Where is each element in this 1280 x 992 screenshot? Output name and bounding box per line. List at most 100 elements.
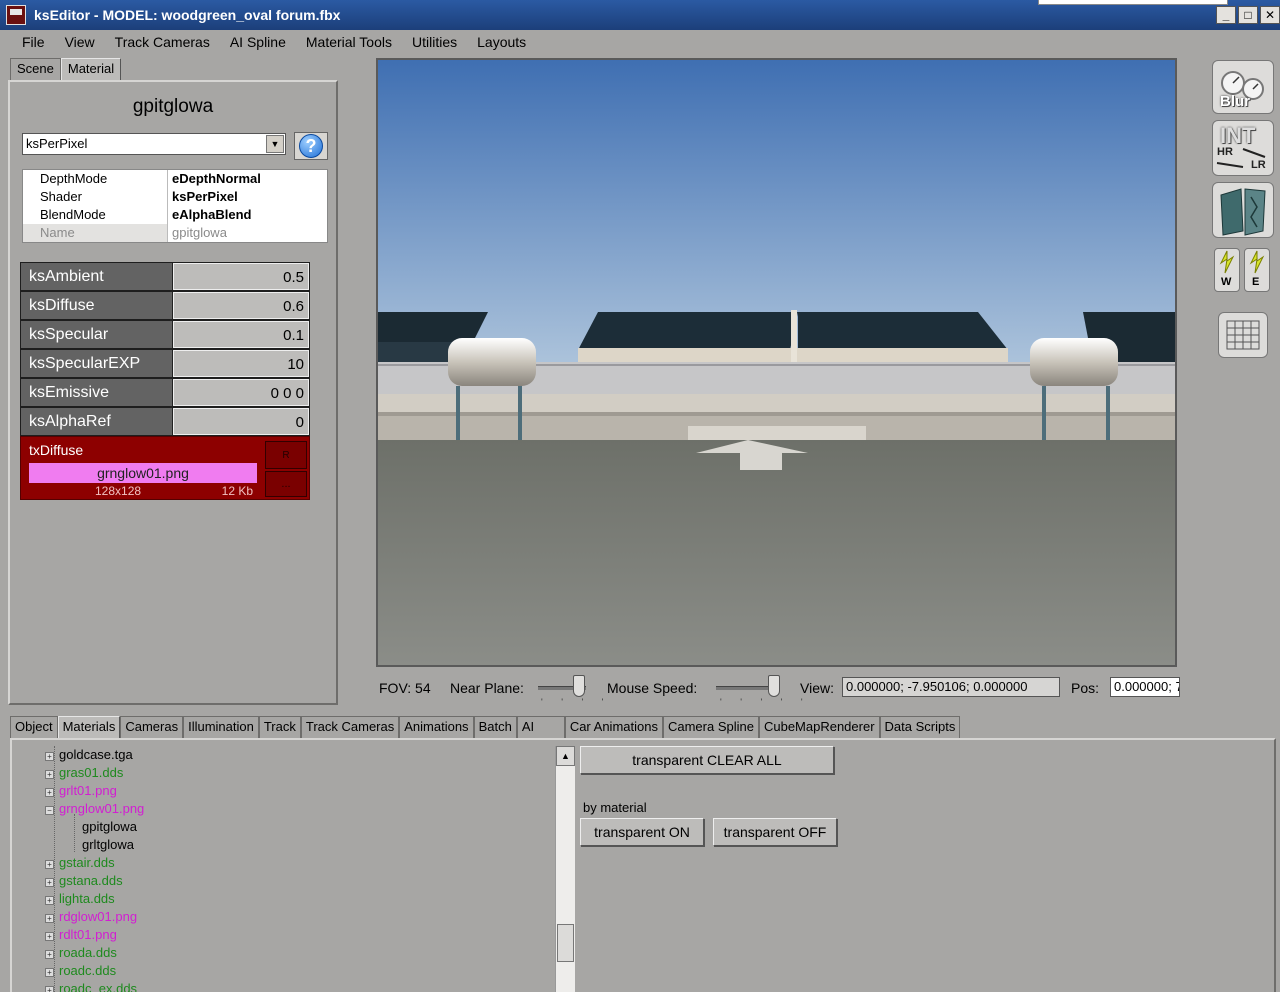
3d-viewport[interactable] <box>376 58 1177 667</box>
param-value[interactable]: 0 <box>173 408 309 435</box>
tab-materials[interactable]: Materials <box>57 716 121 738</box>
tab-ai[interactable]: AI <box>516 716 565 738</box>
tab-cubemaprenderer[interactable]: CubeMapRenderer <box>758 716 880 738</box>
param-value[interactable]: 0.6 <box>173 292 309 319</box>
tab-animations[interactable]: Animations <box>399 716 474 738</box>
prop-row-blendmode[interactable]: BlendMode eAlphaBlend <box>23 206 327 224</box>
tab-scene[interactable]: Scene <box>10 58 61 80</box>
expand-icon[interactable]: + <box>45 932 54 941</box>
texture-file[interactable]: grnglow01.png <box>29 463 257 483</box>
tab-illumination[interactable]: Illumination <box>183 716 259 738</box>
tree-guide <box>74 814 75 852</box>
expand-icon[interactable]: + <box>45 770 54 779</box>
west-button[interactable]: W <box>1214 248 1240 292</box>
tree-item[interactable]: + lighta.dds <box>45 890 115 908</box>
tree-item[interactable]: + goldcase.tga <box>45 746 133 764</box>
pos-field[interactable]: 0.000000; 7. <box>1110 677 1180 697</box>
tree-item[interactable]: + gstana.dds <box>45 872 123 890</box>
tab-track[interactable]: Track <box>258 716 301 738</box>
menu-material-tools[interactable]: Material Tools <box>306 34 392 50</box>
texture-browse-button[interactable]: ... <box>265 471 307 497</box>
tree-item[interactable]: + gstair.dds <box>45 854 115 872</box>
tab-car-animations[interactable]: Car Animations <box>564 716 663 738</box>
near-plane-slider-thumb[interactable] <box>572 675 585 697</box>
expand-icon[interactable]: + <box>45 752 54 761</box>
menu-track-cameras[interactable]: Track Cameras <box>115 34 210 50</box>
tree-item[interactable]: + rdglow01.png <box>45 908 137 926</box>
near-plane-label: Near Plane: <box>450 680 524 696</box>
menu-utilities[interactable]: Utilities <box>412 34 457 50</box>
tree-child-item[interactable]: gpitglowa <box>82 818 137 836</box>
expand-icon[interactable]: + <box>45 878 54 887</box>
expand-icon[interactable]: + <box>45 950 54 959</box>
transparent-clear-all-button[interactable]: transparent CLEAR ALL <box>580 746 834 774</box>
param-label: ksDiffuse <box>21 292 173 319</box>
scroll-up-arrow-icon[interactable]: ▲ <box>556 746 575 766</box>
tree-child-item[interactable]: grltglowa <box>82 836 134 854</box>
transparent-off-button[interactable]: transparent OFF <box>713 818 837 846</box>
tab-camera-spline[interactable]: Camera Spline <box>662 716 759 738</box>
help-button[interactable]: ? <box>294 132 328 160</box>
tab-object[interactable]: Object <box>10 716 58 738</box>
grid-button[interactable] <box>1218 312 1268 358</box>
expand-icon[interactable]: + <box>45 986 54 992</box>
prop-row-depthmode[interactable]: DepthMode eDepthNormal <box>23 170 327 188</box>
tree-scrollbar[interactable]: ▲ <box>555 746 575 992</box>
prop-row-shader[interactable]: Shader ksPerPixel <box>23 188 327 206</box>
tree-item[interactable]: + rdlt01.png <box>45 926 117 944</box>
menu-layouts[interactable]: Layouts <box>477 34 526 50</box>
tab-track-cameras[interactable]: Track Cameras <box>300 716 400 738</box>
minimize-button[interactable]: _ <box>1216 6 1236 24</box>
param-value[interactable]: 0.5 <box>173 263 309 290</box>
param-value[interactable]: 0 0 0 <box>173 379 309 406</box>
mouse-speed-slider-thumb[interactable] <box>767 675 780 697</box>
blur-button[interactable]: Blur <box>1212 60 1274 114</box>
scroll-thumb[interactable] <box>557 924 574 962</box>
tree-item[interactable]: + grlt01.png <box>45 782 117 800</box>
menu-file[interactable]: File <box>22 34 45 50</box>
tree-item[interactable]: + roadc_ex.dds <box>45 980 137 992</box>
east-button[interactable]: E <box>1244 248 1270 292</box>
maximize-button[interactable]: □ <box>1238 6 1258 24</box>
prop-value[interactable]: eDepthNormal <box>168 170 327 188</box>
tree-item[interactable]: + gras01.dds <box>45 764 123 782</box>
tyre-button[interactable] <box>1212 182 1274 238</box>
tree-item[interactable]: + roadc.dds <box>45 962 116 980</box>
view-field[interactable]: 0.000000; -7.950106; 0.000000 <box>842 677 1060 697</box>
param-row-ksdiffuse: ksDiffuse 0.6 <box>20 291 310 320</box>
int-button[interactable]: INT HR LR <box>1212 120 1274 176</box>
grid-icon <box>1226 320 1260 350</box>
param-label: ksAlphaRef <box>21 408 173 435</box>
menu-ai-spline[interactable]: AI Spline <box>230 34 286 50</box>
tree-item[interactable]: − grnglow01.png <box>45 800 144 818</box>
menu-view[interactable]: View <box>65 34 95 50</box>
tab-data-scripts[interactable]: Data Scripts <box>879 716 961 738</box>
expand-icon[interactable]: + <box>45 788 54 797</box>
expand-icon[interactable]: + <box>45 860 54 869</box>
texture-reload-button[interactable]: R <box>265 441 307 469</box>
tree-item[interactable]: + roada.dds <box>45 944 117 962</box>
expand-icon[interactable]: + <box>45 968 54 977</box>
shader-select-value: ksPerPixel <box>26 136 88 151</box>
tab-batch[interactable]: Batch <box>473 716 517 738</box>
prop-key: BlendMode <box>23 206 168 224</box>
east-label: E <box>1252 276 1260 288</box>
chevron-down-icon[interactable]: ▼ <box>266 135 284 153</box>
tree-item-label: rdlt01.png <box>59 927 117 942</box>
param-value[interactable]: 0.1 <box>173 321 309 348</box>
close-button[interactable]: ✕ <box>1260 6 1280 24</box>
material-tree[interactable]: + goldcase.tga + gras01.dds + grlt01.png − g… <box>18 746 554 992</box>
texture-size: 128x128 <box>95 484 142 498</box>
prop-value[interactable]: eAlphaBlend <box>168 206 327 224</box>
param-value[interactable]: 10 <box>173 350 309 377</box>
expand-icon[interactable]: + <box>45 914 54 923</box>
tab-material[interactable]: Material <box>60 58 122 80</box>
tree-item-label: roada.dds <box>59 945 117 960</box>
expand-icon[interactable]: + <box>45 896 54 905</box>
shader-select[interactable]: ksPerPixel ▼ <box>22 133 286 155</box>
transparent-on-button[interactable]: transparent ON <box>580 818 704 846</box>
collapse-icon[interactable]: − <box>45 806 54 815</box>
param-row-ksalpharef: ksAlphaRef 0 <box>20 407 310 436</box>
prop-value[interactable]: ksPerPixel <box>168 188 327 206</box>
tab-cameras[interactable]: Cameras <box>120 716 184 738</box>
